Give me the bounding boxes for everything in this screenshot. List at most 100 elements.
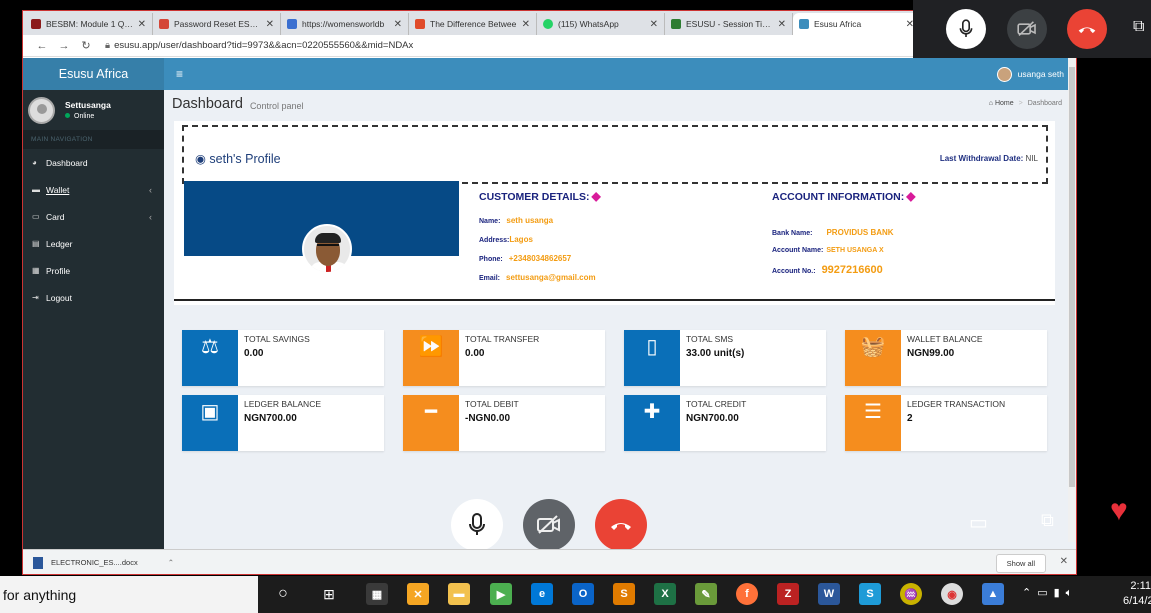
- chat-icon[interactable]: ▭: [969, 510, 988, 535]
- account-info-title: ACCOUNT INFORMATION: ◆: [772, 189, 915, 203]
- tab-close-icon[interactable]: ✕: [138, 19, 146, 30]
- profile-avatar: [302, 224, 352, 274]
- stat-label: TOTAL DEBIT: [465, 399, 519, 409]
- chevron-up-icon[interactable]: ⌃: [168, 558, 174, 567]
- breadcrumb-home[interactable]: Home: [995, 100, 1014, 107]
- server-icon: ☰: [845, 395, 901, 451]
- customer-details-title-text: CUSTOMER DETAILS:: [479, 191, 590, 203]
- chevron-left-icon: ‹: [149, 211, 152, 222]
- word-icon[interactable]: W: [818, 583, 840, 605]
- picture-in-picture-icon[interactable]: ⧉: [1041, 510, 1054, 531]
- sidebar-item-label: Logout: [46, 292, 72, 303]
- scrollbar-thumb[interactable]: [1069, 67, 1075, 487]
- sidebar-item-card[interactable]: ▭ Card ‹: [23, 203, 164, 230]
- picture-in-picture-icon[interactable]: ⧉: [1133, 18, 1144, 36]
- download-file-name[interactable]: ELECTRONIC_ES....docx: [51, 558, 138, 567]
- skype-icon[interactable]: S: [859, 583, 881, 605]
- taskbar-search[interactable]: for anything: [0, 576, 258, 613]
- excel-icon[interactable]: X: [654, 583, 676, 605]
- camera-off-button[interactable]: [523, 499, 575, 551]
- hamburger-menu-icon[interactable]: ≡: [176, 67, 183, 81]
- reload-icon[interactable]: ↻: [75, 39, 97, 52]
- cortana-icon[interactable]: ○: [272, 583, 294, 605]
- file-explorer-icon[interactable]: ▬: [448, 583, 470, 605]
- tab-close-icon[interactable]: ✕: [394, 19, 402, 30]
- stat-label: WALLET BALANCE: [907, 334, 983, 344]
- sidebar-item-label: Profile: [46, 265, 71, 276]
- avatar-glasses: [317, 244, 339, 249]
- tab-password-reset[interactable]: Password Reset ESUSU ✕: [153, 13, 281, 35]
- url-field[interactable]: 🔒︎ esusu.app/user/dashboard?tid=9973&&acn…: [105, 40, 413, 51]
- tab-label: (115) WhatsApp: [558, 19, 619, 29]
- top-navbar: ≡ usanga seth: [164, 58, 1076, 90]
- stat-value: NGN99.00: [907, 348, 955, 359]
- lock-icon: 🔒︎: [105, 40, 111, 51]
- camera-off-icon: [537, 515, 560, 534]
- microphone-button-small[interactable]: [946, 9, 986, 49]
- tab-esusu-africa[interactable]: Esusu Africa ✕: [793, 13, 921, 35]
- show-all-button[interactable]: Show all: [995, 554, 1046, 573]
- tab-esusu-session[interactable]: ESUSU - Session Timec ✕: [665, 13, 793, 35]
- sidebar-item-profile[interactable]: ▦ Profile: [23, 257, 164, 284]
- address-row: Address:Lagos: [479, 235, 533, 244]
- outlook-icon[interactable]: O: [572, 583, 594, 605]
- forward-icon[interactable]: →: [53, 40, 75, 52]
- tab-close-icon[interactable]: ✕: [522, 19, 530, 30]
- app-icon[interactable]: ♒: [900, 583, 922, 605]
- close-icon[interactable]: ✕: [1060, 556, 1068, 567]
- phone-value: +2348034862657: [508, 254, 572, 263]
- top-user-menu[interactable]: usanga seth: [996, 66, 1064, 82]
- tab-whatsapp[interactable]: (115) WhatsApp ✕: [537, 13, 665, 35]
- online-status: Online: [65, 113, 111, 120]
- filezilla-icon[interactable]: Z: [777, 583, 799, 605]
- chrome-icon[interactable]: ◉: [941, 583, 963, 605]
- xampp-icon[interactable]: ✕: [407, 583, 429, 605]
- system-tray[interactable]: ⌃▭▮🔈︎: [1022, 586, 1078, 600]
- task-view-icon[interactable]: ⊞: [318, 583, 340, 605]
- end-call-button[interactable]: [595, 499, 647, 551]
- name-value: seth usanga: [506, 216, 554, 225]
- edge-icon[interactable]: e: [531, 583, 553, 605]
- name-label: Name:: [479, 218, 501, 225]
- firefox-icon[interactable]: f: [736, 583, 758, 605]
- stat-label: TOTAL SAVINGS: [244, 334, 310, 344]
- clock[interactable]: 2:11 6/14/2: [1123, 579, 1151, 609]
- store-icon[interactable]: ▦: [366, 583, 388, 605]
- call-controls-top: ⧉: [913, 0, 1151, 58]
- end-call-button-small[interactable]: [1067, 9, 1107, 49]
- sidebar-item-label: Dashboard: [46, 157, 88, 168]
- tab-close-icon[interactable]: ✕: [778, 19, 786, 30]
- media-icon[interactable]: ▶: [490, 583, 512, 605]
- microphone-button[interactable]: [451, 499, 503, 551]
- photos-icon[interactable]: ▲: [982, 583, 1004, 605]
- tab-difference[interactable]: The Difference Betwee ✕: [409, 13, 537, 35]
- notepad-icon[interactable]: ✎: [695, 583, 717, 605]
- sidebar-item-label: Wallet: [46, 184, 70, 195]
- profile-header: ◉ seth's Profile Last Withdrawal Date: N…: [182, 125, 1048, 184]
- profile-box: ◉ seth's Profile Last Withdrawal Date: N…: [174, 121, 1055, 305]
- profile-title: ◉ seth's Profile: [195, 151, 281, 166]
- back-icon[interactable]: ←: [31, 40, 53, 52]
- stat-card-wallet-balance: 🧺 WALLET BALANCE NGN99.00: [845, 330, 1047, 386]
- sidebar-item-ledger[interactable]: ▤ Ledger: [23, 230, 164, 257]
- tab-quiz[interactable]: BESBM: Module 1 Quiz ✕: [25, 13, 153, 35]
- sidebar-item-logout[interactable]: ⇥ Logout: [23, 284, 164, 311]
- sidebar-item-dashboard[interactable]: ◕ Dashboard: [23, 149, 164, 176]
- tab-close-icon[interactable]: ✕: [650, 19, 658, 30]
- globe-icon: ◉: [195, 152, 206, 166]
- sidebar-item-wallet[interactable]: ▬ Wallet ‹: [23, 176, 164, 203]
- url-text: esusu.app/user/dashboard?tid=9973&&acn=0…: [114, 40, 414, 51]
- tab-close-icon[interactable]: ✕: [266, 19, 274, 30]
- last-withdrawal: Last Withdrawal Date: NIL: [940, 154, 1038, 163]
- breadcrumb-current: Dashboard: [1027, 100, 1062, 107]
- bank-value: PROVIDUS BANK: [826, 228, 894, 237]
- sublime-icon[interactable]: S: [613, 583, 635, 605]
- account-name-label: Account Name:: [772, 247, 824, 254]
- heart-icon[interactable]: ♥: [1110, 494, 1128, 528]
- brand-logo[interactable]: Esusu Africa: [23, 58, 164, 90]
- camera-off-button-small[interactable]: [1007, 9, 1047, 49]
- profile-cover: [184, 181, 459, 274]
- tab-womensworld[interactable]: https://womensworldb ✕: [281, 13, 409, 35]
- scrollbar[interactable]: [1068, 57, 1076, 542]
- stat-value: 33.00 unit(s): [686, 348, 745, 359]
